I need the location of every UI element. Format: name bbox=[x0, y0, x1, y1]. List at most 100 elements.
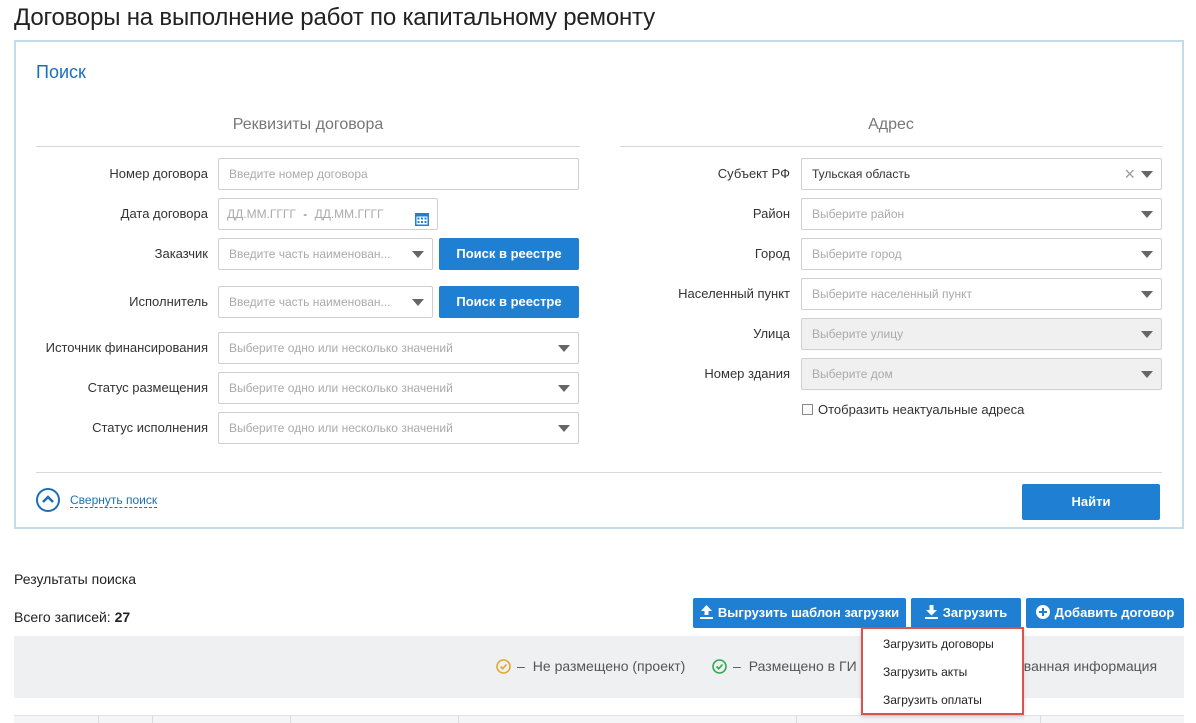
executor-registry-search-button[interactable]: Поиск в реестре bbox=[439, 286, 579, 318]
clear-icon[interactable]: × bbox=[1124, 164, 1135, 184]
chevron-down-icon[interactable] bbox=[1141, 171, 1153, 178]
execution-status-placeholder: Выберите одно или несколько значений bbox=[229, 421, 453, 435]
district-placeholder: Выберите район bbox=[812, 207, 905, 221]
chevron-down-icon[interactable] bbox=[558, 385, 570, 392]
customer-registry-search-button[interactable]: Поиск в реестре bbox=[439, 238, 579, 270]
district-label: Район bbox=[752, 206, 790, 221]
legend-item-other: ованная информация bbox=[1016, 658, 1157, 674]
address-section-divider bbox=[620, 146, 1162, 147]
calendar-icon[interactable] bbox=[415, 207, 429, 229]
legend-item-draft: – Не размещено (проект) bbox=[496, 658, 685, 674]
city-select[interactable]: Выберите город bbox=[801, 238, 1162, 270]
date-separator: - bbox=[303, 207, 308, 221]
funding-source-placeholder: Выберите одно или несколько значений bbox=[229, 341, 453, 355]
upload-dropdown-menu: Загрузить договоры Загрузить акты Загруз… bbox=[861, 627, 1024, 715]
total-records: Всего записей: 27 bbox=[14, 609, 130, 625]
contract-number-input[interactable]: Введите номер договора bbox=[218, 158, 579, 190]
funding-source-select[interactable]: Выберите одно или несколько значений bbox=[218, 332, 579, 364]
city-placeholder: Выберите город bbox=[812, 247, 902, 261]
chevron-down-icon[interactable] bbox=[558, 425, 570, 432]
upload-button[interactable]: Загрузить bbox=[911, 598, 1021, 628]
plus-circle-icon bbox=[1035, 605, 1050, 619]
upload-label: Загрузить bbox=[942, 605, 1008, 620]
table-column-divider bbox=[796, 715, 797, 723]
chevron-down-icon[interactable] bbox=[412, 251, 424, 258]
address-section-title: Адрес bbox=[868, 116, 914, 133]
download-template-label: Выгрузить шаблон загрузки bbox=[717, 605, 900, 620]
upload-icon bbox=[699, 605, 713, 619]
executor-label: Исполнитель bbox=[129, 294, 208, 309]
customer-placeholder: Введите часть наименован... bbox=[229, 247, 391, 261]
building-select[interactable]: Выберите дом bbox=[801, 358, 1162, 390]
results-title: Результаты поиска bbox=[14, 571, 137, 587]
find-button[interactable]: Найти bbox=[1022, 484, 1160, 520]
contract-section-title: Реквизиты договора bbox=[232, 116, 384, 133]
customer-label: Заказчик bbox=[154, 246, 208, 261]
chevron-down-icon[interactable] bbox=[412, 299, 424, 306]
table-column-divider bbox=[290, 715, 291, 723]
legend-item-placed: – Размещено в ГИ bbox=[712, 658, 857, 674]
table-column-divider bbox=[1040, 715, 1041, 723]
download-template-button[interactable]: Выгрузить шаблон загрузки bbox=[693, 598, 906, 628]
street-label: Улица bbox=[753, 326, 790, 341]
customer-input[interactable]: Введите часть наименован... bbox=[218, 238, 433, 270]
legend-label: ованная информация bbox=[1016, 658, 1158, 674]
settlement-label: Населенный пункт bbox=[678, 286, 790, 301]
date-from-placeholder: ДД.ММ.ГГГГ bbox=[227, 207, 296, 221]
executor-placeholder: Введите часть наименован... bbox=[229, 295, 391, 309]
panel-divider bbox=[36, 472, 1162, 473]
legend-dash: – bbox=[517, 658, 525, 674]
upload-acts-menu-item[interactable]: Загрузить акты bbox=[883, 665, 967, 679]
chevron-down-icon[interactable] bbox=[1141, 211, 1153, 218]
check-circle-icon bbox=[496, 659, 511, 674]
chevron-down-icon[interactable] bbox=[1141, 371, 1153, 378]
upload-contracts-menu-item[interactable]: Загрузить договоры bbox=[883, 637, 994, 651]
contract-section-divider bbox=[36, 146, 580, 147]
show-outdated-checkbox[interactable] bbox=[802, 404, 813, 415]
subject-select[interactable]: Тульская область × bbox=[801, 158, 1162, 190]
contract-date-label: Дата договора bbox=[120, 206, 208, 221]
funding-source-label: Источник финансирования bbox=[45, 340, 208, 355]
table-column-divider bbox=[98, 715, 99, 723]
add-contract-label: Добавить договор bbox=[1054, 605, 1175, 620]
legend-label: Размещено в ГИ bbox=[748, 658, 857, 674]
table-column-divider bbox=[458, 715, 459, 723]
city-label: Город bbox=[754, 246, 790, 261]
total-records-count: 27 bbox=[114, 609, 131, 625]
show-outdated-label[interactable]: Отобразить неактуальные адреса bbox=[818, 402, 1024, 417]
check-circle-icon bbox=[712, 659, 727, 674]
settlement-placeholder: Выберите населенный пункт bbox=[812, 287, 972, 301]
settlement-select[interactable]: Выберите населенный пункт bbox=[801, 278, 1162, 310]
collapse-search-link[interactable]: Свернуть поиск bbox=[70, 493, 158, 508]
page-title: Договоры на выполнение работ по капиталь… bbox=[14, 4, 655, 31]
table-column-divider bbox=[152, 715, 153, 723]
chevron-down-icon[interactable] bbox=[1141, 251, 1153, 258]
placement-status-select[interactable]: Выберите одно или несколько значений bbox=[218, 372, 579, 404]
subject-value: Тульская область bbox=[812, 167, 911, 181]
results-table-header bbox=[14, 715, 1184, 723]
legend-label: Не размещено (проект) bbox=[532, 658, 686, 674]
street-select[interactable]: Выберите улицу bbox=[801, 318, 1162, 350]
execution-status-select[interactable]: Выберите одно или несколько значений bbox=[218, 412, 579, 444]
district-select[interactable]: Выберите район bbox=[801, 198, 1162, 230]
upload-payments-menu-item[interactable]: Загрузить оплаты bbox=[883, 693, 982, 707]
search-panel-title: Поиск bbox=[36, 62, 86, 82]
search-panel: Поиск Реквизиты договора Адрес Номер дог… bbox=[14, 40, 1184, 529]
chevron-up-icon[interactable] bbox=[36, 488, 60, 512]
chevron-down-icon[interactable] bbox=[1141, 331, 1153, 338]
chevron-down-icon[interactable] bbox=[558, 345, 570, 352]
execution-status-label: Статус исполнения bbox=[92, 420, 208, 435]
date-to-placeholder: ДД.ММ.ГГГГ bbox=[314, 207, 384, 221]
contract-number-label: Номер договора bbox=[109, 166, 208, 181]
total-records-label: Всего записей: bbox=[14, 609, 111, 625]
legend-dash: – bbox=[733, 658, 741, 674]
building-placeholder: Выберите дом bbox=[812, 367, 893, 381]
contract-date-range-input[interactable]: ДД.ММ.ГГГГ - ДД.ММ.ГГГГ bbox=[218, 198, 438, 230]
add-contract-button[interactable]: Добавить договор bbox=[1026, 598, 1184, 628]
placement-status-placeholder: Выберите одно или несколько значений bbox=[229, 381, 453, 395]
download-icon bbox=[924, 605, 938, 619]
placement-status-label: Статус размещения bbox=[87, 380, 208, 395]
subject-label: Субъект РФ bbox=[717, 166, 790, 181]
executor-input[interactable]: Введите часть наименован... bbox=[218, 286, 433, 318]
chevron-down-icon[interactable] bbox=[1141, 291, 1153, 298]
